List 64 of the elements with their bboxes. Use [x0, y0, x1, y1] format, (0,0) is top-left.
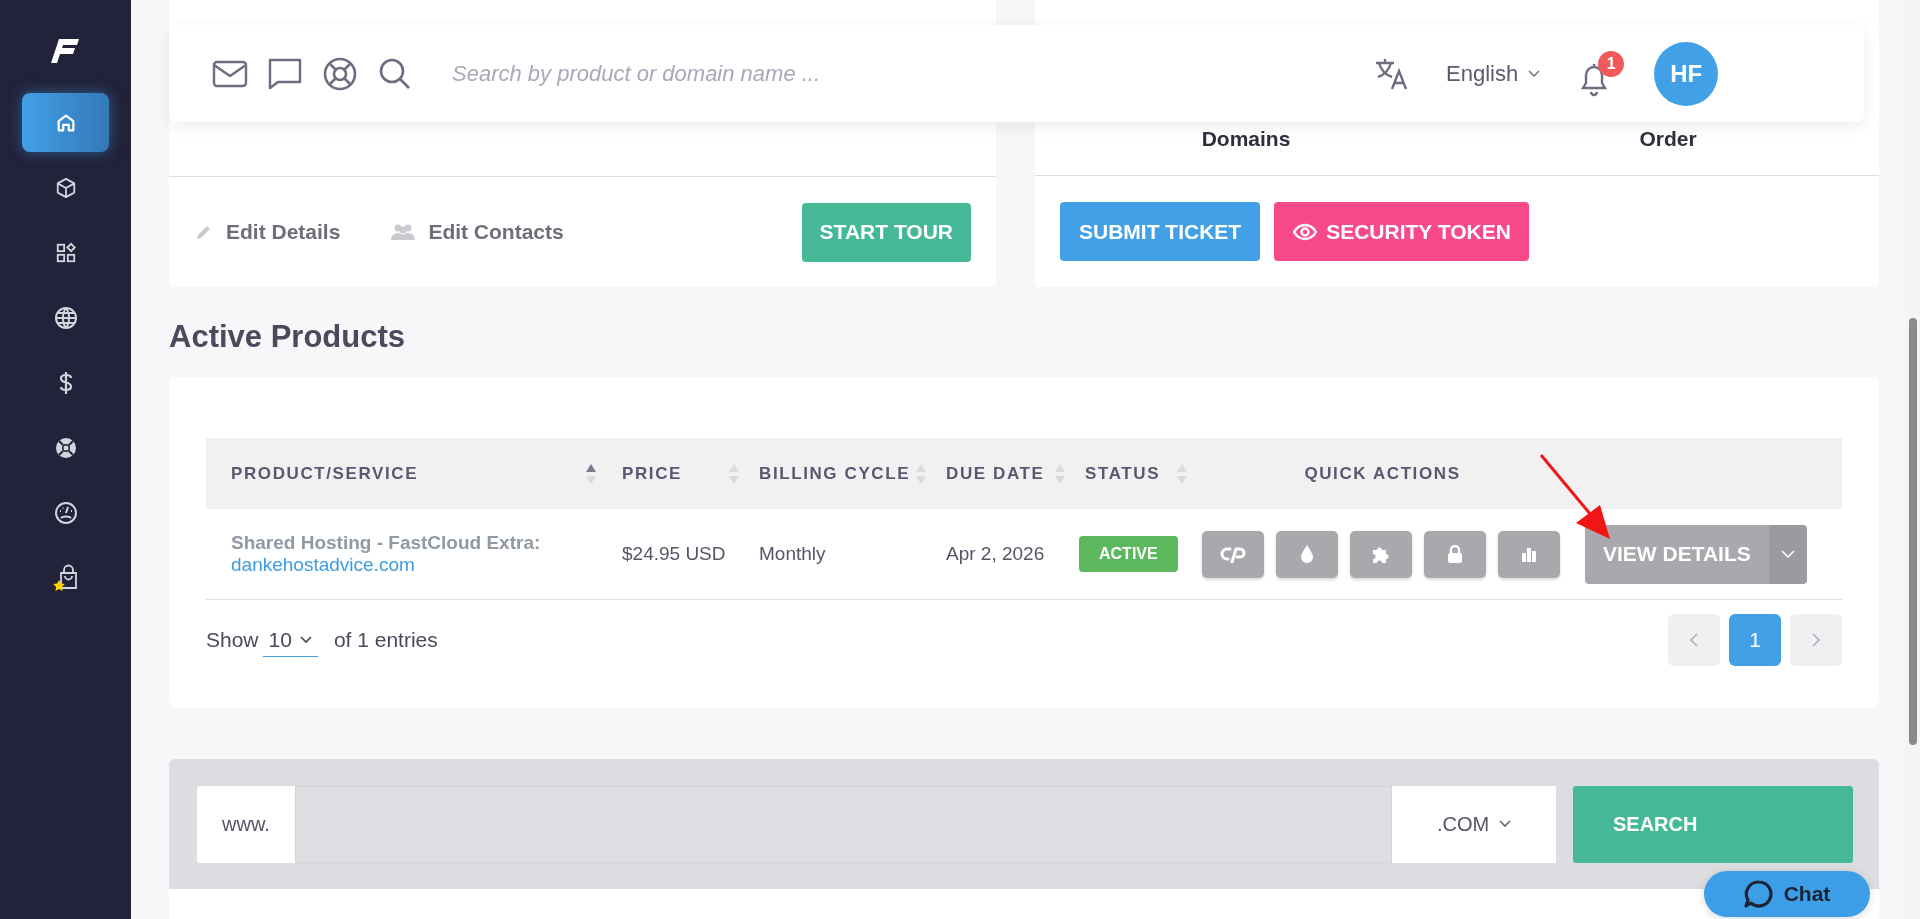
language-select[interactable]: English — [1440, 59, 1547, 88]
chevron-left-icon — [1690, 633, 1698, 647]
quick-action-button[interactable] — [1276, 530, 1338, 578]
column-header[interactable]: PRICE — [622, 463, 682, 484]
chat-bubble-icon — [1743, 879, 1774, 909]
quick-action-button[interactable] — [1498, 530, 1560, 578]
entries-label: of 1 entries — [333, 628, 438, 652]
stat-label: Order — [1639, 127, 1697, 151]
table-cell: $24.95 USD — [622, 543, 726, 565]
search-icon[interactable] — [378, 56, 412, 91]
quick-action-button[interactable] — [1424, 530, 1486, 578]
status-badge: ACTIVE — [1079, 536, 1178, 572]
column-header[interactable]: BILLING CYCLE — [759, 463, 911, 484]
bar-chart-icon — [1521, 546, 1537, 562]
chevron-down-icon — [1528, 69, 1541, 78]
cpanel-logo-icon — [1220, 545, 1246, 563]
chat-icon[interactable] — [268, 57, 302, 90]
apps-icon — [54, 241, 77, 264]
section-title: Active Products — [169, 318, 406, 356]
table-cell: Monthly — [759, 543, 826, 565]
dollar-icon — [58, 370, 73, 395]
drop-icon — [1300, 544, 1314, 564]
domain-input[interactable] — [295, 785, 1392, 863]
eye-icon — [1292, 221, 1319, 242]
security-token-button[interactable]: SECURITY TOKEN — [1274, 202, 1529, 261]
scrollbar[interactable] — [1905, 0, 1920, 919]
edit-contacts-link[interactable]: Edit Contacts — [390, 220, 564, 244]
notification-badge: 1 — [1598, 50, 1625, 77]
user-avatar[interactable]: HF — [1654, 41, 1719, 106]
column-header[interactable]: DUE DATE — [946, 463, 1045, 484]
table-cell: Apr 2, 2026 — [946, 543, 1045, 565]
page-size-select[interactable]: 10 — [262, 623, 318, 657]
chevron-down-icon — [299, 635, 312, 644]
stat-label: Domains — [1201, 127, 1291, 151]
chevron-right-icon — [1812, 633, 1820, 647]
edit-details-link[interactable]: Edit Details — [194, 220, 341, 244]
box-icon — [54, 176, 77, 199]
chat-button[interactable]: Chat — [1704, 871, 1870, 917]
chevron-down-icon — [1780, 550, 1795, 558]
column-header[interactable]: QUICK ACTIONS — [1304, 463, 1461, 484]
lifebuoy-icon[interactable] — [322, 55, 358, 92]
notifications-button[interactable]: 1 — [1578, 50, 1625, 97]
quick-action-button[interactable] — [1202, 530, 1264, 578]
scrollbar-thumb[interactable] — [1909, 318, 1917, 745]
dropdown-button[interactable] — [1768, 524, 1807, 584]
translate-icon[interactable] — [1374, 56, 1410, 91]
submit-ticket-button[interactable]: SUBMIT TICKET — [1060, 202, 1261, 261]
column-header[interactable]: PRODUCT/SERVICE — [231, 463, 419, 484]
domain-prefix: www. — [197, 785, 295, 863]
mail-icon[interactable] — [212, 59, 248, 88]
quick-action-button[interactable] — [1350, 530, 1412, 578]
globe-icon — [53, 305, 78, 330]
show-label: Show — [206, 628, 259, 652]
product-name: Shared Hosting - FastCloud Extra: — [231, 532, 541, 554]
lifebuoy-icon — [53, 435, 78, 460]
page-button[interactable]: 1 — [1729, 614, 1781, 666]
domain-link[interactable]: dankehostadvice.com — [231, 554, 415, 576]
tld-select[interactable]: .COM — [1392, 785, 1556, 863]
logo-icon — [50, 36, 81, 66]
people-icon — [390, 222, 417, 242]
shopping-bag-icon — [51, 563, 80, 592]
lock-icon — [1447, 544, 1463, 564]
column-header[interactable]: STATUS — [1085, 463, 1161, 484]
chevron-down-icon — [1499, 820, 1512, 828]
